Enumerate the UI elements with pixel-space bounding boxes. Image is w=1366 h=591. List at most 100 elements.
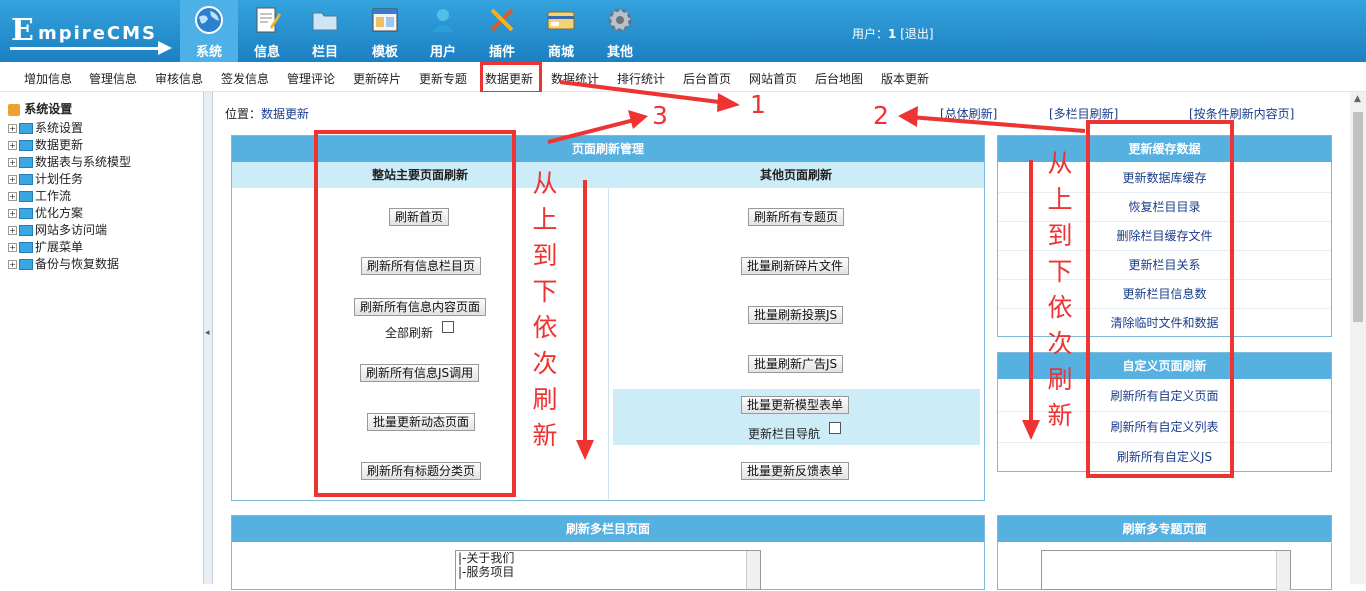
globe-icon xyxy=(195,6,223,34)
annotation-number-1: 1 xyxy=(750,90,766,119)
document-edit-icon xyxy=(256,7,281,33)
topic-select-list[interactable] xyxy=(1041,550,1291,591)
menu-item[interactable]: 数据统计 xyxy=(551,70,599,87)
topnav-plugin[interactable]: 插件 xyxy=(473,0,531,62)
tree-item[interactable]: + 系统设置 xyxy=(8,119,83,136)
menu-item[interactable]: 管理信息 xyxy=(89,70,137,87)
expand-icon[interactable]: + xyxy=(8,141,17,150)
annotation-char: 刷 xyxy=(532,385,558,414)
annotation-char: 从 xyxy=(1047,149,1073,178)
tree-item[interactable]: + 网站多访问端 xyxy=(8,221,107,238)
tree-item-label: 系统设置 xyxy=(35,121,84,135)
annotation-box-menu xyxy=(480,62,542,94)
folder-icon xyxy=(19,242,33,253)
panel-title: 刷新多专题页面 xyxy=(998,516,1331,542)
folder-icon xyxy=(19,225,33,236)
batch-update-model-form-button[interactable]: 批量更新模型表单 xyxy=(741,396,850,414)
tree-item[interactable]: + 工作流 xyxy=(8,187,71,204)
expand-icon[interactable]: + xyxy=(8,158,17,167)
tree-item-label: 数据表与系统模型 xyxy=(35,155,132,169)
logout-link[interactable]: [退出] xyxy=(900,27,933,41)
right-column-header: 其他页面刷新 xyxy=(759,168,832,182)
list-scrollbar[interactable] xyxy=(746,551,760,589)
user-info: 用户：1 [退出] xyxy=(852,25,934,42)
column-option[interactable]: |-关于我们 xyxy=(456,551,760,565)
menu-item[interactable]: 审核信息 xyxy=(155,70,203,87)
annotation-char: 上 xyxy=(532,205,558,234)
card-icon xyxy=(547,11,575,30)
topnav-column[interactable]: 栏目 xyxy=(296,0,354,62)
tree-item[interactable]: + 优化方案 xyxy=(8,204,83,221)
column-option[interactable]: |-服务项目 xyxy=(456,565,760,579)
tree-item-label: 网站多访问端 xyxy=(35,223,108,237)
annotation-char: 到 xyxy=(532,241,558,270)
refresh-all-topics-button[interactable]: 刷新所有专题页 xyxy=(748,208,845,226)
template-window-icon xyxy=(372,8,398,32)
menu-item[interactable]: 增加信息 xyxy=(24,70,72,87)
expand-icon[interactable]: + xyxy=(8,226,17,235)
annotation-char: 从 xyxy=(532,169,558,198)
annotation-box-right xyxy=(1086,120,1234,478)
sidebar-splitter[interactable]: ◂ xyxy=(203,92,213,584)
location-value[interactable]: 数据更新 xyxy=(261,107,309,121)
scroll-thumb[interactable] xyxy=(1353,112,1363,322)
expand-icon[interactable]: + xyxy=(8,175,17,184)
tree-item[interactable]: + 数据更新 xyxy=(8,136,83,153)
folder-icon xyxy=(19,208,33,219)
expand-icon[interactable]: + xyxy=(8,243,17,252)
batch-refresh-vote-js-button[interactable]: 批量刷新投票JS xyxy=(748,306,844,324)
nav-update-checkbox[interactable] xyxy=(829,422,841,434)
empirecms-logo: E mpireCMS xyxy=(8,10,178,55)
expand-icon[interactable]: + xyxy=(8,260,17,269)
topnav-label: 模板 xyxy=(371,45,398,60)
tree-item-label: 扩展菜单 xyxy=(35,240,84,254)
annotation-char: 新 xyxy=(532,421,558,450)
topnav-label: 栏目 xyxy=(311,45,338,60)
menu-item[interactable]: 网站首页 xyxy=(749,70,797,87)
top-header-bar: E mpireCMS 系统 信息 栏目 模板 用户 插件 商城 其他 用户：1 … xyxy=(0,0,1366,62)
overall-refresh-link[interactable]: [总体刷新] xyxy=(940,105,997,122)
menu-item[interactable]: 排行统计 xyxy=(617,70,665,87)
tools-icon xyxy=(490,8,514,32)
menu-item[interactable]: 后台首页 xyxy=(683,70,731,87)
expand-icon[interactable]: + xyxy=(8,209,17,218)
tree-item[interactable]: + 计划任务 xyxy=(8,170,83,187)
topnav-info[interactable]: 信息 xyxy=(238,0,296,62)
tree-item-label: 数据更新 xyxy=(35,138,84,152)
topnav-other[interactable]: 其他 xyxy=(591,0,649,62)
user-name: 1 xyxy=(888,27,897,41)
batch-update-feedback-button[interactable]: 批量更新反馈表单 xyxy=(741,462,850,480)
folder-icon xyxy=(312,12,338,31)
location-breadcrumb: 位置：数据更新 xyxy=(225,105,309,122)
topnav-system[interactable]: 系统 xyxy=(180,0,238,62)
logo-arrowhead xyxy=(158,41,172,55)
menu-item[interactable]: 版本更新 xyxy=(881,70,929,87)
tree-root[interactable]: 系统设置 xyxy=(8,100,72,117)
topnav-user[interactable]: 用户 xyxy=(414,0,472,62)
column-select-list[interactable]: |-关于我们 |-服务项目 xyxy=(455,550,761,590)
menu-item[interactable]: 更新专题 xyxy=(419,70,467,87)
expand-icon[interactable]: + xyxy=(8,124,17,133)
tree-root-label: 系统设置 xyxy=(24,102,73,116)
menu-item[interactable]: 签发信息 xyxy=(221,70,269,87)
tree-item[interactable]: + 备份与恢复数据 xyxy=(8,255,119,272)
topnav-label: 系统 xyxy=(195,45,222,60)
menu-item[interactable]: 更新碎片 xyxy=(353,70,401,87)
scroll-up-icon[interactable]: ▲ xyxy=(1354,94,1361,104)
batch-refresh-fragments-button[interactable]: 批量刷新碎片文件 xyxy=(741,257,850,275)
tree-item-label: 工作流 xyxy=(35,189,72,203)
topnav-shop[interactable]: 商城 xyxy=(532,0,590,62)
page-scrollbar[interactable]: ▲ xyxy=(1350,92,1366,584)
user-prefix: 用户： xyxy=(852,27,889,41)
tree-item[interactable]: + 数据表与系统模型 xyxy=(8,153,131,170)
list-scrollbar[interactable] xyxy=(1276,551,1290,591)
menu-item[interactable]: 管理评论 xyxy=(287,70,335,87)
topnav-template[interactable]: 模板 xyxy=(356,0,414,62)
location-label: 位置： xyxy=(225,107,262,121)
collapse-arrow-icon[interactable]: ◂ xyxy=(205,328,210,338)
tree-item-label: 备份与恢复数据 xyxy=(35,257,120,271)
tree-item[interactable]: + 扩展菜单 xyxy=(8,238,83,255)
batch-refresh-ad-js-button[interactable]: 批量刷新广告JS xyxy=(748,355,844,373)
menu-item[interactable]: 后台地图 xyxy=(815,70,863,87)
expand-icon[interactable]: + xyxy=(8,192,17,201)
